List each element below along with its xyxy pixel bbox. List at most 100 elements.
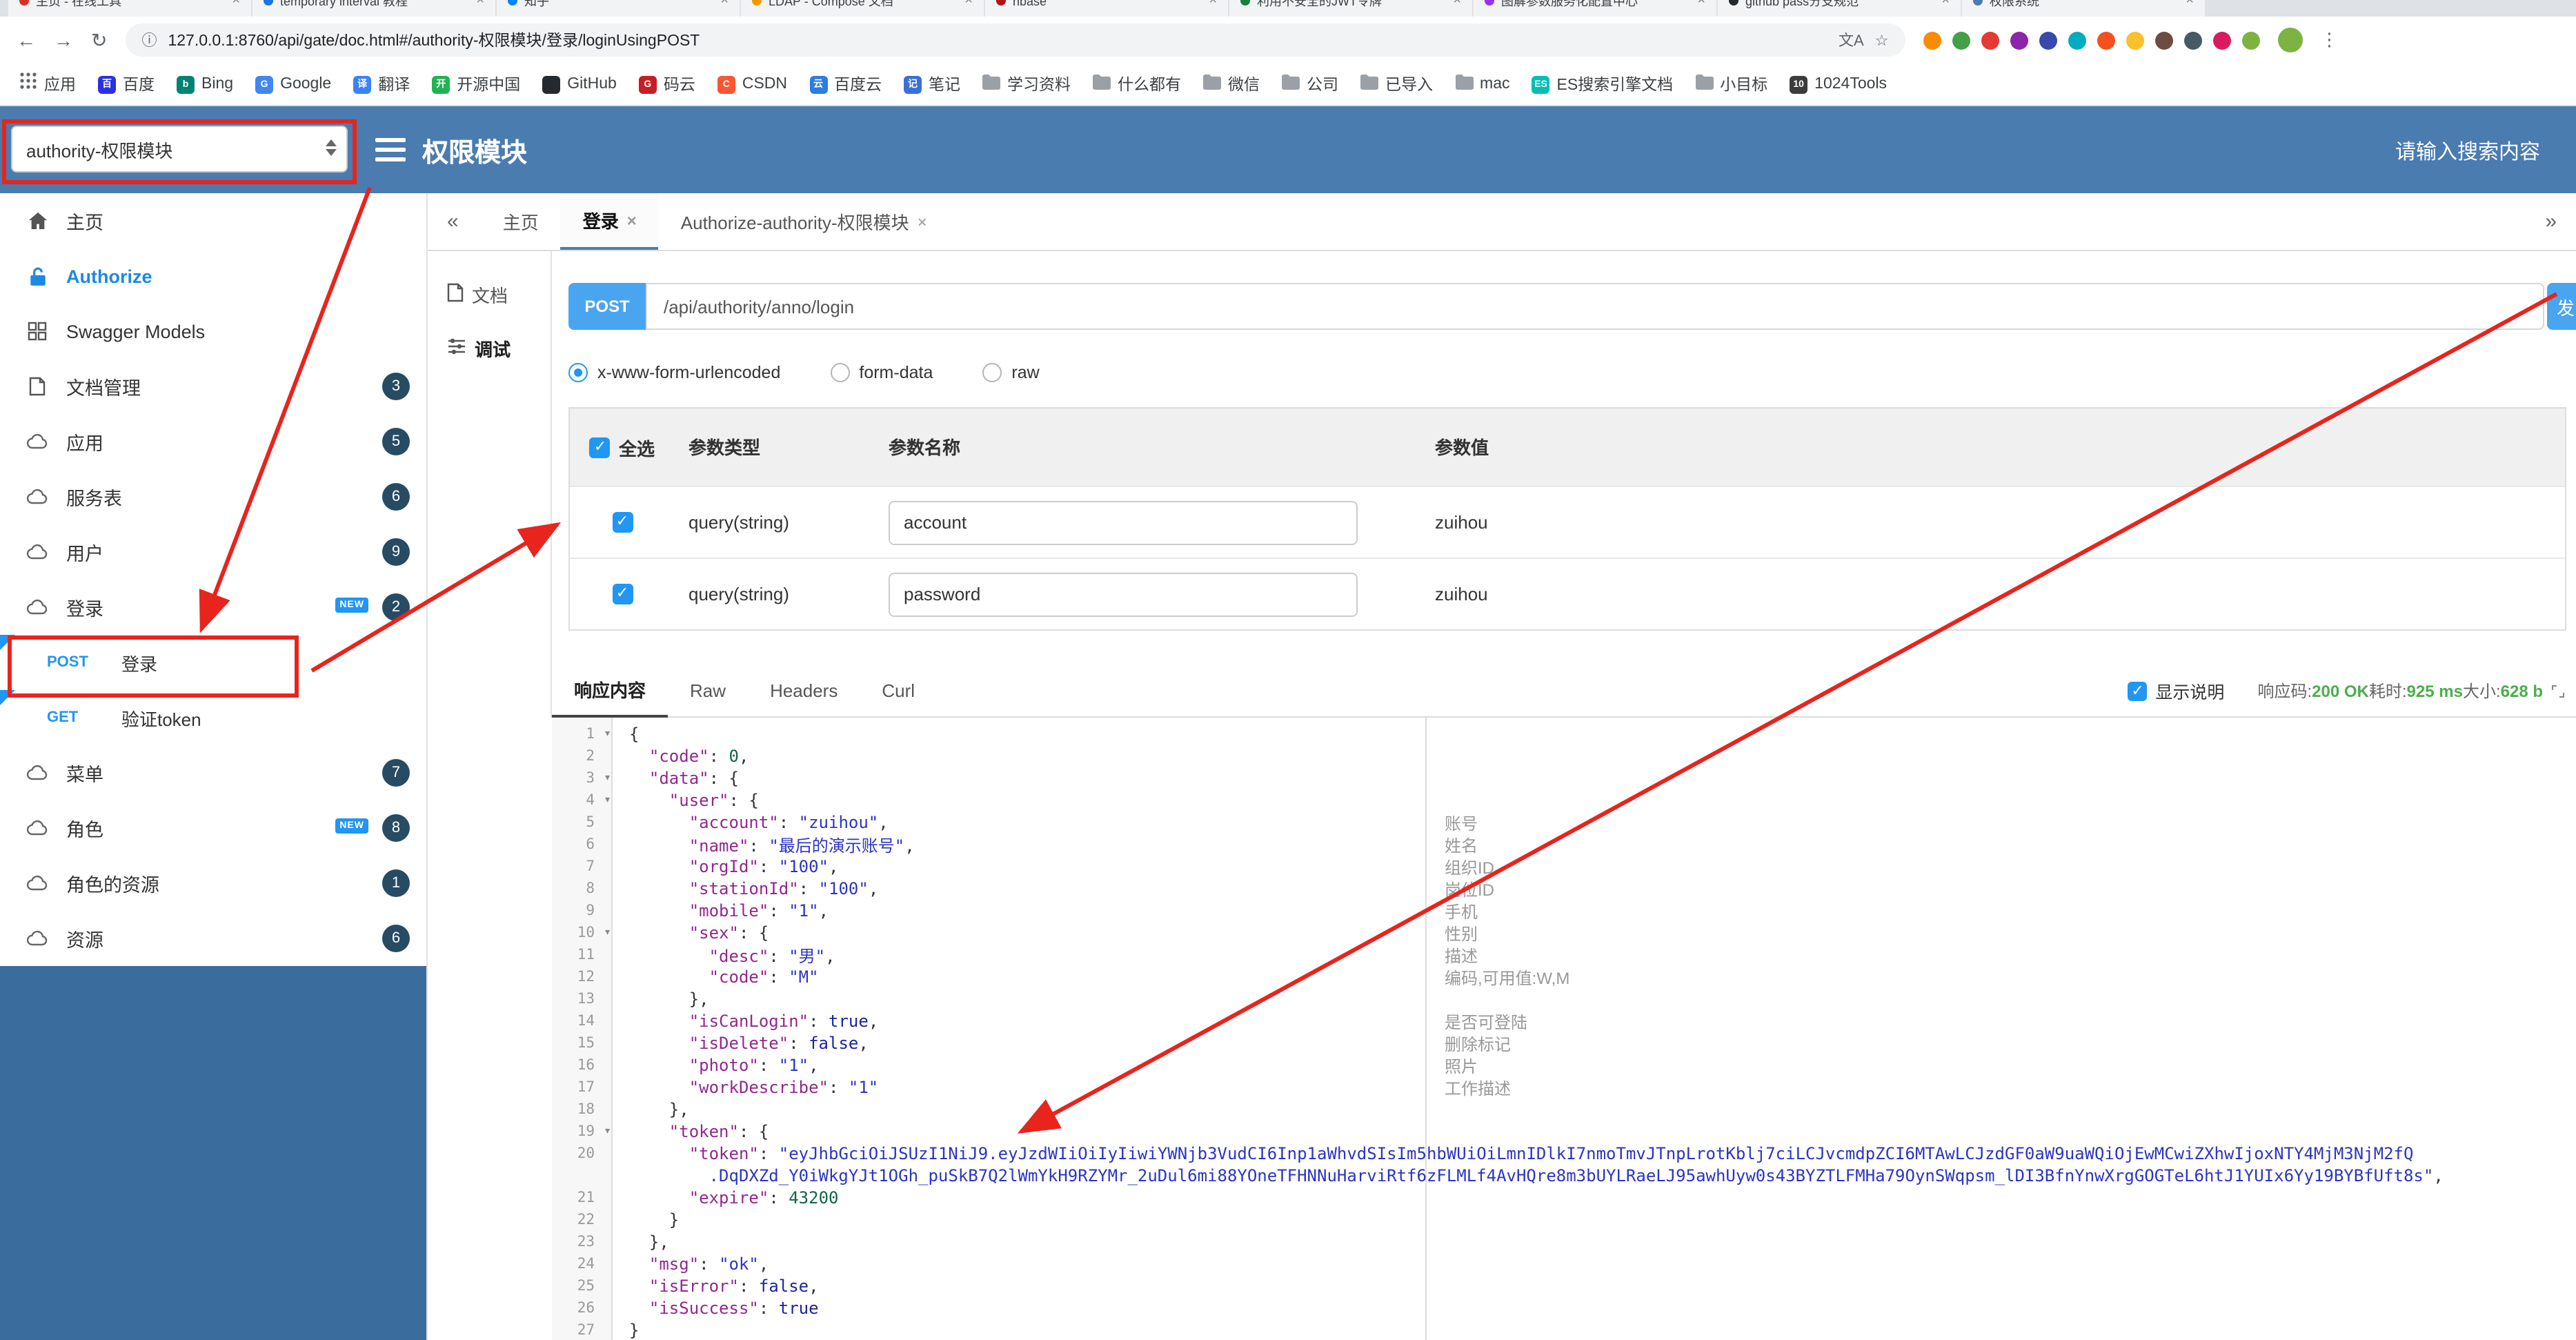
tab-Authorize-authority-权限模块[interactable]: Authorize-authority-权限模块 × bbox=[659, 193, 949, 250]
sidebar-item-用户[interactable]: 用户 9 bbox=[0, 524, 426, 580]
tab-close-icon[interactable]: × bbox=[1941, 0, 1950, 8]
sidebar-item-菜单[interactable]: 菜单 7 bbox=[0, 745, 426, 800]
sidebar-item-登录[interactable]: 登录 NEW 2 bbox=[0, 580, 426, 635]
browser-tab[interactable]: 权限系统 × bbox=[1962, 0, 2205, 17]
header-search-input[interactable]: 请输入搜索内容 bbox=[2395, 137, 2540, 166]
translate-icon[interactable]: 文A bbox=[1839, 29, 1864, 51]
content-type-option[interactable]: x-www-form-urlencoded bbox=[568, 363, 780, 382]
extension-icon[interactable] bbox=[2241, 31, 2260, 49]
sidebar-item-资源[interactable]: 资源 6 bbox=[0, 911, 426, 966]
browser-tab[interactable]: 利用不安全的JWT令牌 × bbox=[1229, 0, 1472, 17]
response-tab-Curl[interactable]: Curl bbox=[860, 664, 937, 717]
browser-tab[interactable]: 图解参数服务化配置中心 × bbox=[1474, 0, 1716, 17]
extension-icon[interactable] bbox=[1952, 31, 1970, 49]
browser-tab[interactable]: github pass分支规范 × bbox=[1718, 0, 1961, 17]
bookmark-item[interactable]: C CSDN bbox=[717, 75, 787, 93]
fold-arrow-icon[interactable]: ▾ bbox=[604, 794, 611, 807]
menu-toggle-icon[interactable] bbox=[375, 138, 406, 167]
fold-arrow-icon[interactable]: ▾ bbox=[604, 771, 611, 785]
param-name-input[interactable]: password bbox=[889, 572, 1358, 616]
row-checkbox[interactable]: ✓ bbox=[612, 584, 633, 604]
bookmark-item[interactable]: 百百度 bbox=[98, 73, 155, 95]
show-description-checkbox[interactable]: ✓ bbox=[2128, 681, 2148, 700]
fullscreen-icon[interactable] bbox=[2551, 684, 2565, 698]
radio-icon[interactable] bbox=[830, 363, 850, 382]
bookmark-item[interactable]: 公司 bbox=[1282, 72, 1338, 97]
param-value-input[interactable]: zuihou bbox=[1435, 511, 1488, 532]
tab-close-icon[interactable]: × bbox=[1453, 0, 1461, 8]
bookmark-item[interactable]: 记笔记 bbox=[904, 73, 960, 95]
extension-icon[interactable] bbox=[1923, 31, 1941, 49]
sidebar-endpoint-POST[interactable]: POST 登录 bbox=[0, 635, 426, 690]
bookmark-item[interactable]: 小目标 bbox=[1695, 72, 1767, 97]
bookmark-item[interactable]: 已导入 bbox=[1360, 72, 1433, 97]
sidebar-endpoint-GET[interactable]: GET 验证token bbox=[0, 690, 426, 745]
bookmark-item[interactable]: 什么都有 bbox=[1093, 72, 1181, 97]
bookmark-star-icon[interactable]: ☆ bbox=[1875, 31, 1889, 49]
extension-icon[interactable] bbox=[2212, 31, 2231, 49]
site-info-icon[interactable]: ⓘ bbox=[141, 29, 157, 51]
doc-tab-调试[interactable]: 调试 bbox=[428, 322, 551, 375]
fold-arrow-icon[interactable]: ▾ bbox=[604, 1125, 611, 1139]
module-select-dropdown[interactable]: authority-权限模块 bbox=[11, 126, 348, 173]
tab-登录[interactable]: 登录 × bbox=[560, 193, 659, 250]
radio-icon[interactable] bbox=[568, 363, 588, 382]
extension-icon[interactable] bbox=[2068, 31, 2086, 49]
fold-arrow-icon[interactable]: ▾ bbox=[604, 727, 611, 741]
forward-icon[interactable]: → bbox=[54, 29, 73, 51]
tab-close-icon[interactable]: × bbox=[232, 0, 240, 8]
browser-tab[interactable]: temporary interval 教程 × bbox=[252, 0, 495, 17]
browser-menu-icon[interactable]: ⋮ bbox=[2320, 29, 2338, 51]
browser-tab[interactable]: LDAP - Compose 文档 × bbox=[741, 0, 984, 17]
response-tab-Headers[interactable]: Headers bbox=[748, 664, 860, 717]
response-tab-Raw[interactable]: Raw bbox=[668, 664, 748, 717]
tab-close-icon[interactable]: × bbox=[1697, 0, 1705, 8]
bookmark-item[interactable]: G Google bbox=[255, 75, 331, 93]
content-type-option[interactable]: raw bbox=[982, 363, 1040, 382]
sidebar-item-Swagger Models[interactable]: Swagger Models bbox=[0, 304, 426, 359]
tab-close-icon[interactable]: × bbox=[1209, 0, 1217, 8]
radio-icon[interactable] bbox=[982, 363, 1002, 382]
tab-close-icon[interactable]: × bbox=[964, 0, 973, 8]
fold-arrow-icon[interactable]: ▾ bbox=[604, 926, 611, 940]
extension-icon[interactable] bbox=[1981, 31, 1999, 49]
bookmark-item[interactable]: 学习资料 bbox=[982, 72, 1071, 97]
sidebar-item-Authorize[interactable]: Authorize bbox=[0, 248, 426, 304]
extension-icon[interactable] bbox=[2010, 31, 2028, 49]
content-type-option[interactable]: form-data bbox=[830, 363, 933, 382]
extension-icon[interactable] bbox=[2126, 31, 2144, 49]
doc-tab-文档[interactable]: 文档 bbox=[428, 268, 551, 322]
bookmark-item[interactable]: 云百度云 bbox=[809, 73, 882, 95]
tab-close-icon[interactable]: × bbox=[918, 212, 927, 231]
sidebar-item-角色的资源[interactable]: 角色的资源 1 bbox=[0, 856, 426, 911]
back-icon[interactable]: ← bbox=[17, 29, 36, 51]
bookmark-item[interactable]: GitHub bbox=[542, 75, 617, 93]
bookmark-item[interactable]: G 码云 bbox=[638, 73, 695, 95]
sidebar-item-角色[interactable]: 角色 NEW 8 bbox=[0, 800, 426, 856]
extension-icon[interactable] bbox=[2097, 31, 2115, 49]
param-value-input[interactable]: zuihou bbox=[1435, 583, 1488, 604]
url-field[interactable]: ⓘ 127.0.0.1:8760/api/gate/doc.html#/auth… bbox=[125, 23, 1905, 57]
collapse-tabs-icon[interactable]: « bbox=[447, 210, 459, 233]
tab-close-icon[interactable]: × bbox=[2186, 0, 2194, 8]
row-checkbox[interactable]: ✓ bbox=[612, 512, 633, 533]
browser-tab[interactable]: hbase × bbox=[985, 0, 1228, 17]
sidebar-item-文档管理[interactable]: 文档管理 3 bbox=[0, 359, 426, 414]
bookmark-item[interactable]: 10 1024Tools bbox=[1790, 75, 1887, 93]
reload-icon[interactable]: ↻ bbox=[91, 28, 107, 52]
extension-icon[interactable] bbox=[2039, 31, 2057, 49]
bookmark-item[interactable]: mac bbox=[1455, 72, 1510, 97]
browser-tab[interactable]: 知乎 × bbox=[497, 0, 740, 17]
extension-icon[interactable] bbox=[2183, 31, 2202, 49]
bookmark-item[interactable]: 微信 bbox=[1203, 72, 1260, 97]
browser-tab[interactable]: 主页 - 在线工具 × bbox=[8, 0, 251, 17]
url-text[interactable]: 127.0.0.1:8760/api/gate/doc.html#/author… bbox=[168, 29, 1827, 51]
bookmark-item[interactable]: b Bing bbox=[177, 75, 233, 93]
tab-close-icon[interactable]: × bbox=[720, 0, 729, 8]
profile-avatar[interactable] bbox=[2277, 28, 2303, 52]
sidebar-item-主页[interactable]: 主页 bbox=[0, 193, 426, 248]
tab-主页[interactable]: 主页 bbox=[481, 193, 561, 250]
param-name-input[interactable]: account bbox=[889, 500, 1358, 544]
tab-close-icon[interactable]: × bbox=[476, 0, 484, 8]
sidebar-item-服务表[interactable]: 服务表 6 bbox=[0, 469, 426, 524]
